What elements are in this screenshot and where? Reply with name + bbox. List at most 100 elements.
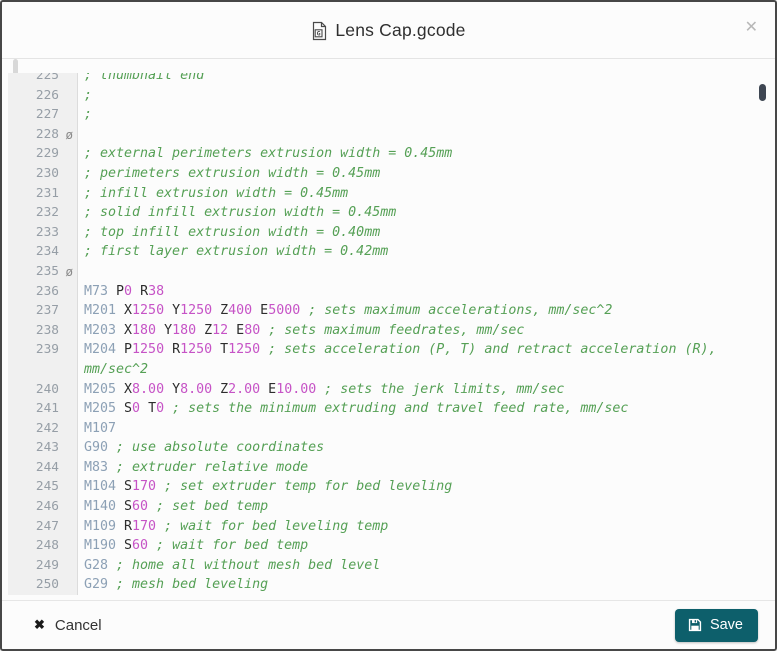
code-text: ;: [84, 107, 93, 123]
code-text: ; first layer extrusion width = 0.42mm: [84, 244, 389, 260]
line-number: 230: [8, 163, 78, 184]
line-number: 238: [8, 320, 78, 341]
line-number: 250: [8, 575, 78, 596]
line-number: 249: [8, 555, 78, 576]
code-text: G28 ; home all without mesh bed level: [84, 557, 381, 573]
code-line[interactable]: 239 M204 P1250 R1250 T1250 ; sets acceler…: [8, 340, 775, 360]
svg-text:G: G: [317, 29, 321, 37]
code-line[interactable]: 226;: [8, 85, 775, 106]
line-number: 244: [8, 457, 78, 478]
line-number: 242: [8, 418, 78, 439]
code-text: M83 ; extruder relative mode: [84, 459, 309, 475]
code-text: M104 S170 ; set extruder temp for bed le…: [84, 479, 453, 495]
line-number: 228 ø: [8, 124, 78, 145]
line-number: 246: [8, 497, 78, 517]
code-text: M204 P1250 R1250 T1250 ; sets accelerati…: [84, 342, 717, 358]
line-number: 237: [8, 301, 78, 321]
line-number: [8, 359, 78, 380]
editor-body: 225; thumbnail end 226; 227; 228 ø 229; exter…: [2, 59, 775, 600]
cancel-label: Cancel: [54, 616, 102, 634]
code-line[interactable]: 237 M201 X1250 Y1250 Z400 E5000 ; sets ma…: [8, 301, 775, 321]
save-label: Save: [709, 616, 743, 633]
line-number: 226: [8, 85, 78, 106]
code-line[interactable]: 227;: [8, 105, 775, 125]
line-number: 229: [8, 144, 78, 164]
code-line[interactable]: 244 M83 ; extruder relative mode: [8, 457, 775, 478]
code-text: ; top infill extrusion width = 0.40mm: [84, 224, 381, 240]
code-lines: 225; thumbnail end 226; 227; 228 ø 229; exter…: [8, 73, 775, 596]
line-number: 248: [8, 536, 78, 556]
line-number: 231: [8, 183, 78, 204]
code-text: M140 S60 ; set bed temp: [84, 499, 269, 515]
cancel-button[interactable]: ✖ Cancel: [32, 613, 104, 638]
code-line[interactable]: 248 M190 S60 ; wait for bed temp: [8, 536, 775, 556]
code-line[interactable]: 232 ; solid infill extrusion width = 0.45…: [8, 203, 775, 223]
gutter-marker: ø: [65, 126, 73, 142]
code-text: ; perimeters extrusion width = 0.45mm: [84, 165, 381, 181]
line-number: 225: [8, 73, 78, 86]
code-text: M107: [84, 420, 117, 436]
line-number: 243: [8, 438, 78, 458]
code-text: ; solid infill extrusion width = 0.45mm: [84, 205, 397, 221]
code-line[interactable]: 238 M203 X180 Y180 Z12 E80 ; sets maximum…: [8, 320, 775, 341]
code-line[interactable]: 228 ø: [8, 124, 775, 145]
code-text: M73 P0 R38: [84, 283, 165, 299]
modal-header: G Lens Cap.gcode ✕: [2, 2, 775, 59]
code-text: mm/sec^2: [84, 361, 149, 377]
line-number: 235 ø: [8, 261, 78, 282]
line-number: 239: [8, 340, 78, 360]
line-number: 232: [8, 203, 78, 223]
line-number: 236: [8, 281, 78, 302]
code-editor[interactable]: 225; thumbnail end 226; 227; 228 ø 229; exter…: [2, 73, 775, 600]
code-line[interactable]: 233 ; top infill extrusion width = 0.40mm: [8, 222, 775, 243]
save-button[interactable]: Save: [674, 608, 758, 642]
code-line[interactable]: 230 ; perimeters extrusion width = 0.45mm: [8, 163, 775, 184]
line-number: 245: [8, 477, 78, 498]
code-line[interactable]: 234 ; first layer extrusion width = 0.42m…: [8, 242, 775, 262]
code-text: ;: [84, 87, 93, 103]
code-line[interactable]: 246 M140 S60 ; set bed temp: [8, 497, 775, 517]
code-line[interactable]: 247 M109 R170 ; wait for bed leveling tem…: [8, 516, 775, 537]
save-floppy-icon: [688, 618, 702, 632]
line-number: 247: [8, 516, 78, 537]
gcode-file-icon: G: [311, 21, 327, 41]
code-line[interactable]: 231 ; infill extrusion width = 0.45mm: [8, 183, 775, 204]
code-line[interactable]: 225 ; thumbnail end: [8, 73, 775, 86]
modal-title: Lens Cap.gcode: [335, 19, 466, 40]
code-text: M203 X180 Y180 Z12 E80 ; sets maximum fe…: [84, 322, 525, 338]
cancel-x-icon: ✖: [34, 617, 45, 632]
line-number: 234: [8, 242, 78, 262]
code-text: M109 R170 ; wait for bed leveling temp: [84, 518, 389, 534]
code-text: M205 X8.00 Y8.00 Z2.00 E10.00 ; sets the…: [84, 381, 565, 397]
code-line[interactable]: 250 G29 ; mesh bed leveling: [8, 575, 775, 596]
code-line[interactable]: 229 ; external perimeters extrusion width…: [8, 144, 775, 164]
line-number: 227: [8, 105, 78, 125]
line-number: 241: [8, 399, 78, 419]
code-line[interactable]: 242 M107: [8, 418, 775, 439]
code-line[interactable]: mm/sec^2: [8, 359, 775, 380]
code-text: ; thumbnail end: [84, 73, 205, 83]
code-text: G90 ; use absolute coordinates: [84, 440, 325, 456]
line-number: 240: [8, 379, 78, 400]
code-text: M201 X1250 Y1250 Z400 E5000 ; sets maxim…: [84, 303, 613, 319]
code-line[interactable]: 243 G90 ; use absolute coordinates: [8, 438, 775, 458]
vertical-scrollbar-thumb[interactable]: [759, 84, 766, 101]
code-text: ; external perimeters extrusion width = …: [84, 146, 453, 162]
code-text: M205 S0 T0 ; sets the minimum extruding …: [84, 401, 629, 417]
line-number: 233: [8, 222, 78, 243]
code-text: G29 ; mesh bed leveling: [84, 577, 269, 593]
code-line[interactable]: 235 ø: [8, 261, 775, 282]
code-line[interactable]: 240 M205 X8.00 Y8.00 Z2.00 E10.00 ; sets …: [8, 379, 775, 400]
close-icon[interactable]: ✕: [743, 18, 760, 38]
code-text: M190 S60 ; wait for bed temp: [84, 538, 309, 554]
gutter-marker: ø: [65, 263, 73, 279]
code-line[interactable]: 236 M73 P0 R38: [8, 281, 775, 302]
code-line[interactable]: 245 M104 S170 ; set extruder temp for bed…: [8, 477, 775, 498]
modal-footer: ✖ Cancel Save: [2, 600, 775, 649]
code-text: ; infill extrusion width = 0.45mm: [84, 185, 349, 201]
code-line[interactable]: 241 M205 S0 T0 ; sets the minimum extrudi…: [8, 399, 775, 419]
code-line[interactable]: 249 G28 ; home all without mesh bed level: [8, 555, 775, 576]
gcode-editor-modal: G Lens Cap.gcode ✕ 225 ; thumbnail end 226…: [0, 0, 777, 651]
